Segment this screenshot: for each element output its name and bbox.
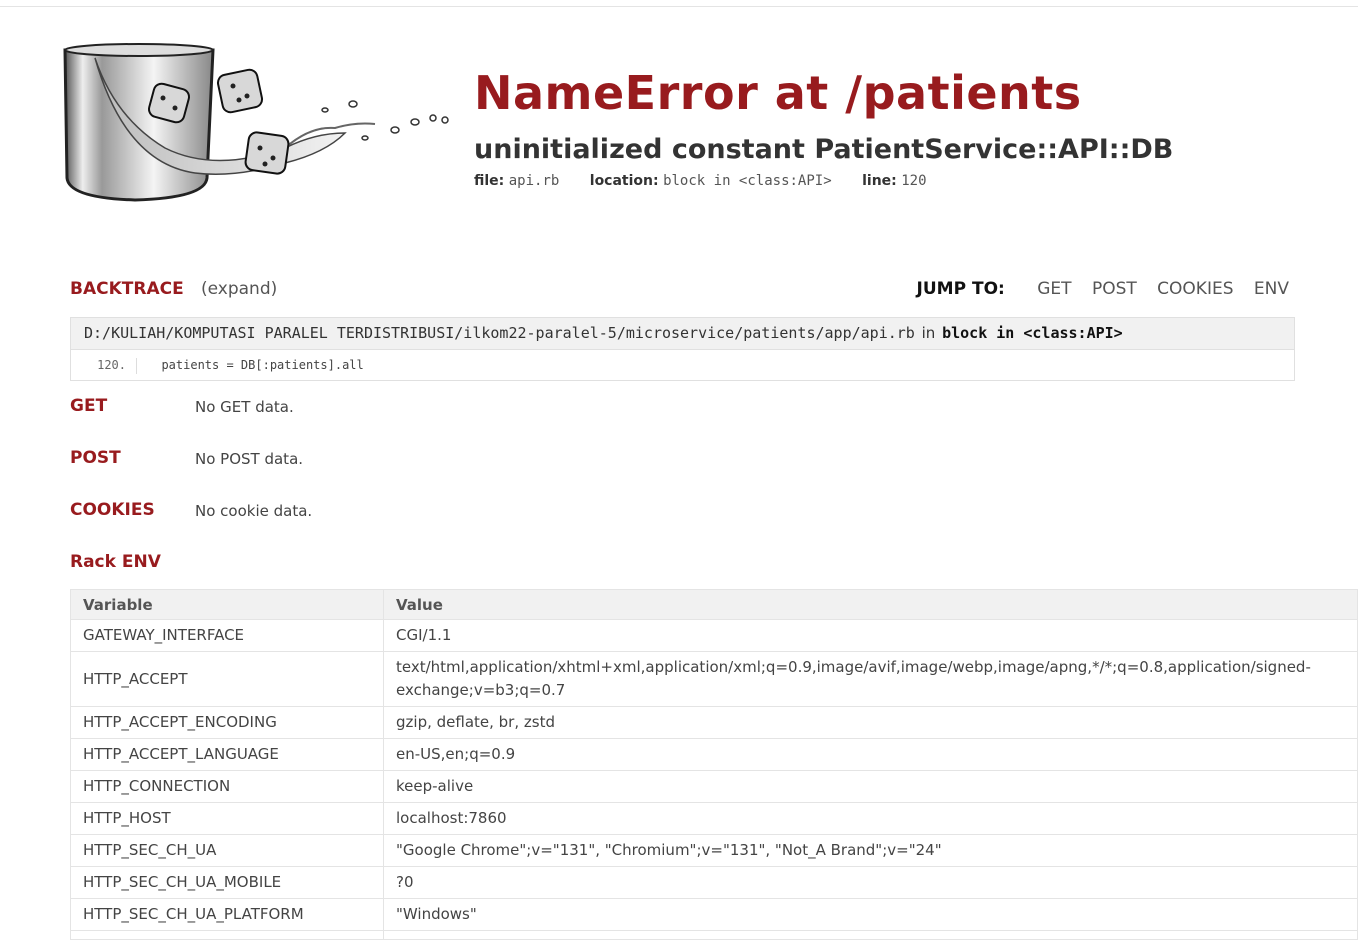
table-row [70,930,1358,940]
line-value: 120 [901,173,927,189]
backtrace-heading: BACKTRACE [70,279,184,299]
backtrace-frame[interactable]: D:/KULIAH/KOMPUTASI PARALEL TERDISTRIBUS… [70,317,1295,381]
frame-context: block in <class:API> [942,324,1123,342]
jump-link-env[interactable]: ENV [1254,279,1289,299]
env-table-header: Variable Value [70,589,1358,620]
jump-link-get[interactable]: GET [1037,279,1071,299]
env-value: gzip, deflate, br, zstd [383,706,1358,739]
get-value: No GET data. [195,398,294,416]
frame-path: D:/KULIAH/KOMPUTASI PARALEL TERDISTRIBUS… [84,324,915,342]
env-var: HTTP_SEC_CH_UA_PLATFORM [70,898,384,931]
error-message: uninitialized constant PatientService::A… [474,134,1174,165]
env-value: "Windows" [383,898,1358,931]
env-value: CGI/1.1 [383,619,1358,652]
location-value: block in <class:API> [663,173,832,189]
table-row: GATEWAY_INTERFACE CGI/1.1 [70,619,1358,652]
env-value [383,930,1358,940]
backtrace-expand-link[interactable]: (expand) [201,279,277,299]
env-heading: Rack ENV [70,552,161,572]
code-line-number: 120. [97,358,126,372]
top-divider [0,6,1358,7]
cookies-heading: COOKIES [70,500,155,520]
table-row: HTTP_SEC_CH_UA "Google Chrome";v="131", "… [70,834,1358,867]
jump-link-post[interactable]: POST [1092,279,1137,299]
env-var: HTTP_SEC_CH_UA [70,834,384,867]
line-label: line: [862,173,897,189]
col-value: Value [383,589,1358,620]
env-var: HTTP_HOST [70,802,384,835]
env-var: HTTP_CONNECTION [70,770,384,803]
get-heading: GET [70,396,108,416]
table-row: HTTP_SEC_CH_UA_MOBILE ?0 [70,866,1358,899]
table-row: HTTP_HOST localhost:7860 [70,802,1358,835]
table-row: HTTP_ACCEPT_ENCODING gzip, deflate, br, z… [70,706,1358,739]
file-value: api.rb [508,173,560,189]
table-row: HTTP_ACCEPT text/html,application/xhtml+x… [70,651,1358,707]
env-var: HTTP_SEC_CH_UA_MOBILE [70,866,384,899]
file-label: file: [474,173,505,189]
frame-code-line: 120. patients = DB[:patients].all [71,350,1294,380]
env-value: ?0 [383,866,1358,899]
table-row: HTTP_SEC_CH_UA_PLATFORM "Windows" [70,898,1358,931]
jump-to-label: JUMP TO: [916,279,1005,299]
env-value: text/html,application/xhtml+xml,applicat… [383,651,1358,707]
env-value: "Google Chrome";v="131", "Chromium";v="1… [383,834,1358,867]
env-var [70,930,384,940]
table-row: HTTP_ACCEPT_LANGUAGE en-US,en;q=0.9 [70,738,1358,771]
env-value: keep-alive [383,770,1358,803]
jump-link-cookies[interactable]: COOKIES [1157,279,1233,299]
cookies-value: No cookie data. [195,502,313,520]
env-var: HTTP_ACCEPT [70,651,384,707]
env-var: GATEWAY_INTERFACE [70,619,384,652]
error-title: NameError at /patients [474,66,1082,120]
code-gutter-divider [136,357,137,374]
env-table: Variable Value GATEWAY_INTERFACE CGI/1.1 … [70,589,1358,940]
post-heading: POST [70,448,121,468]
code-text: patients = DB[:patients].all [147,358,364,372]
jump-to-nav: JUMP TO: GET POST COOKIES ENV [917,279,1289,299]
post-value: No POST data. [195,450,304,468]
env-value: localhost:7860 [383,802,1358,835]
location-label: location: [589,173,659,189]
env-value: en-US,en;q=0.9 [383,738,1358,771]
env-var: HTTP_ACCEPT_LANGUAGE [70,738,384,771]
error-meta: file: api.rb location: block in <class:A… [474,173,953,189]
env-var: HTTP_ACCEPT_ENCODING [70,706,384,739]
frame-header: D:/KULIAH/KOMPUTASI PARALEL TERDISTRIBUS… [71,318,1294,350]
col-variable: Variable [70,589,384,620]
frame-in: in [921,324,936,342]
sinatra-glass-dice-logo [63,43,449,202]
table-row: HTTP_CONNECTION keep-alive [70,770,1358,803]
